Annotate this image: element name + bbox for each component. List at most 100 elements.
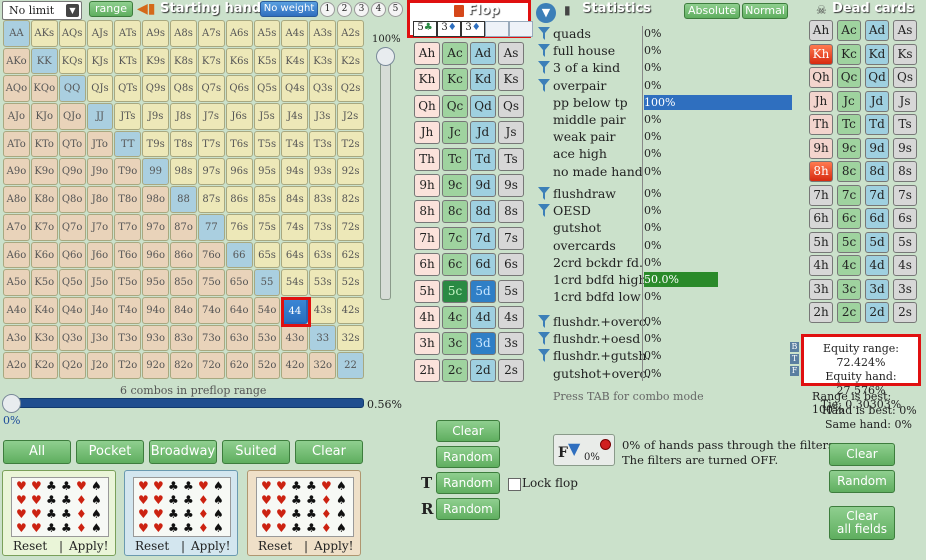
flop-card[interactable]: 9d (470, 174, 496, 197)
flop-card[interactable]: 7c (442, 226, 468, 250)
flop-card[interactable]: 9s (498, 174, 524, 197)
hand-cell[interactable]: K4o (30, 296, 58, 324)
dead-card[interactable]: 9h (809, 137, 833, 159)
turn-random-button[interactable]: Random (436, 472, 500, 494)
flop-card[interactable]: 3h (414, 332, 440, 356)
dead-card[interactable]: Qh (809, 67, 833, 88)
weight-button-4[interactable]: 4 (371, 2, 386, 17)
flop-card[interactable]: Jd (470, 121, 496, 145)
hand-cell[interactable]: A7o (3, 213, 30, 241)
flop-card[interactable]: Qs (498, 94, 524, 118)
flop-card[interactable]: 5c (442, 279, 468, 303)
flop-card[interactable]: 9c (442, 174, 468, 197)
hand-cell[interactable]: 53o (253, 324, 281, 352)
dead-card[interactable]: Jc (837, 90, 861, 112)
hand-cell[interactable]: 65o (225, 269, 253, 296)
hand-cell[interactable]: J2o (86, 352, 114, 379)
dead-card[interactable]: Ts (893, 114, 917, 135)
flop-card[interactable]: 7h (414, 226, 440, 250)
hand-cell[interactable]: Q5o (58, 269, 86, 296)
flop-card[interactable]: 4h (414, 306, 440, 329)
flop-card[interactable]: Kd (470, 68, 496, 92)
hand-cell[interactable]: AKs (30, 20, 58, 47)
hand-cell[interactable]: 76o (197, 241, 225, 269)
hand-cell[interactable]: 88 (170, 186, 197, 213)
hand-cell[interactable]: AKo (3, 47, 30, 75)
flop-card[interactable]: 7s (498, 226, 524, 250)
preset-apply-button[interactable]: Apply! (69, 539, 108, 553)
hand-cell[interactable]: K3o (30, 324, 58, 352)
hand-cell[interactable]: A8o (3, 186, 30, 213)
vslider-track[interactable] (380, 50, 391, 300)
hand-cell[interactable]: 85s (253, 186, 281, 213)
hand-cell[interactable]: K4s (281, 47, 309, 75)
dead-card[interactable]: 4d (865, 255, 889, 276)
dead-card[interactable]: 5c (837, 231, 861, 253)
flop-card[interactable]: 2h (414, 358, 440, 382)
dead-card[interactable]: 2h (809, 302, 833, 323)
flop-card[interactable]: 4c (442, 306, 468, 329)
river-random-button[interactable]: Random (436, 498, 500, 520)
hand-cell[interactable]: J5s (253, 103, 281, 130)
hand-cell[interactable]: AQo (3, 75, 30, 103)
hand-cell[interactable]: T3o (114, 324, 142, 352)
flop-slot-card[interactable]: 5♣ (413, 21, 437, 37)
hand-cell[interactable]: J4o (86, 296, 114, 324)
preset-reset-button[interactable]: Reset (135, 539, 169, 553)
hand-cell[interactable]: 95s (253, 158, 281, 186)
hand-cell[interactable]: T6s (225, 130, 253, 158)
hand-cell[interactable]: Q9s (142, 75, 170, 103)
dead-card[interactable]: 3d (865, 278, 889, 300)
flop-card[interactable]: Ts (498, 147, 524, 171)
flop-card[interactable]: 8d (470, 200, 496, 224)
dead-card[interactable]: 2d (865, 302, 889, 323)
filter-toggle-icon[interactable]: ▼ (536, 3, 556, 23)
flop-card[interactable]: Kc (442, 68, 468, 92)
dead-card[interactable]: 4c (837, 255, 861, 276)
flop-card[interactable]: 5h (414, 279, 440, 303)
dead-card[interactable]: Kd (865, 43, 889, 65)
dead-card[interactable]: Kc (837, 43, 861, 65)
funnel-icon[interactable] (538, 349, 550, 363)
hand-cell[interactable]: T9o (114, 158, 142, 186)
flop-card[interactable]: Jh (414, 121, 440, 145)
dead-card[interactable]: Kh (809, 43, 833, 65)
hand-cell[interactable]: K2s (337, 47, 364, 75)
funnel-icon[interactable] (538, 44, 550, 58)
flop-card[interactable]: 6d (470, 253, 496, 277)
hand-cell[interactable]: J8o (86, 186, 114, 213)
hand-cell[interactable]: T6o (114, 241, 142, 269)
flop-card[interactable]: 3s (498, 332, 524, 356)
weight-button-3[interactable]: 3 (354, 2, 369, 17)
flop-card[interactable]: 7d (470, 226, 496, 250)
flop-random-button[interactable]: Random (436, 446, 500, 468)
hand-cell[interactable]: JJ (86, 103, 114, 130)
hand-cell[interactable]: K7o (30, 213, 58, 241)
dead-card[interactable]: 2c (837, 302, 861, 323)
flop-slot-empty[interactable] (509, 21, 533, 37)
dead-card[interactable]: 6s (893, 208, 917, 229)
hand-cell[interactable]: A3o (3, 324, 30, 352)
hand-cell[interactable]: J6o (86, 241, 114, 269)
flop-card[interactable]: 2c (442, 358, 468, 382)
hand-cell[interactable]: T2o (114, 352, 142, 379)
flop-card[interactable]: Th (414, 147, 440, 171)
hand-cell[interactable]: K8s (170, 47, 197, 75)
flop-card[interactable]: Qc (442, 94, 468, 118)
dead-card[interactable]: 4s (893, 255, 917, 276)
funnel-icon[interactable] (538, 204, 550, 218)
flop-card[interactable]: 4s (498, 306, 524, 329)
hand-cell[interactable]: T4s (281, 130, 309, 158)
hand-cell[interactable]: 66 (225, 241, 253, 269)
hand-cell[interactable]: T8o (114, 186, 142, 213)
funnel-icon[interactable] (538, 61, 550, 75)
hand-cell[interactable]: 52o (253, 352, 281, 379)
hand-cell[interactable]: AJs (86, 20, 114, 47)
hand-cell[interactable]: T8s (170, 130, 197, 158)
hand-cell[interactable]: 33 (309, 324, 337, 352)
hand-cell[interactable]: 85o (170, 269, 197, 296)
flop-card[interactable]: Td (470, 147, 496, 171)
hand-cell[interactable]: J3o (86, 324, 114, 352)
hand-cell[interactable]: QTo (58, 130, 86, 158)
dead-card[interactable]: 8s (893, 161, 917, 182)
